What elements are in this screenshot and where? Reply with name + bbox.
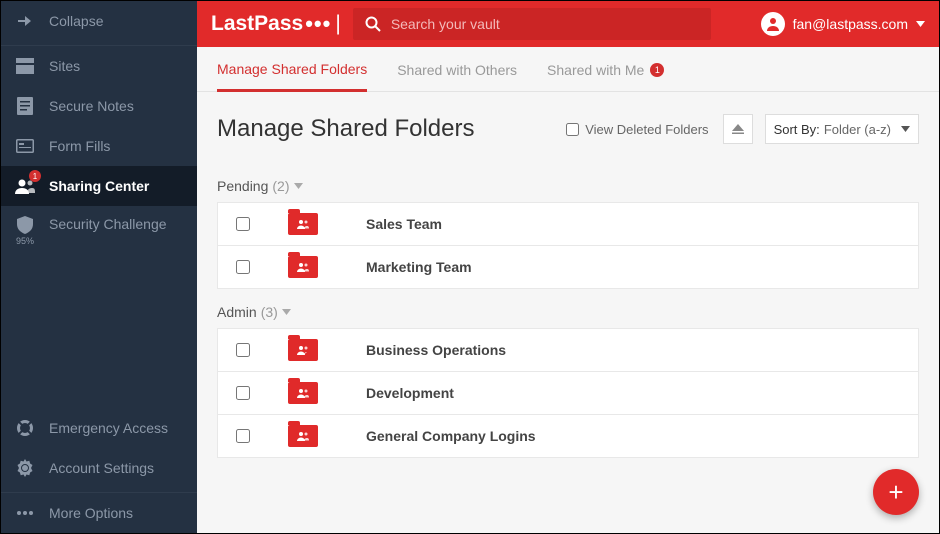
sidebar-item-label: Form Fills (49, 138, 110, 154)
sites-icon (15, 56, 35, 76)
section-count: (3) (261, 304, 278, 320)
tab-shared-with-others[interactable]: Shared with Others (397, 61, 517, 91)
shared-folder-icon (288, 339, 318, 361)
folder-name: General Company Logins (366, 428, 536, 444)
tab-shared-with-me[interactable]: Shared with Me 1 (547, 61, 664, 91)
folder-name: Marketing Team (366, 259, 472, 275)
logo: LastPass•••| (211, 11, 341, 37)
tab-label: Shared with Others (397, 62, 517, 78)
sidebar-item-collapse[interactable]: Collapse (1, 1, 197, 41)
content: Manage Shared Folders Shared with Others… (197, 47, 939, 533)
avatar (761, 12, 785, 36)
shared-folder-icon (288, 425, 318, 447)
view-deleted-checkbox[interactable] (566, 123, 579, 136)
sidebar-item-security-challenge[interactable]: 95% Security Challenge (1, 206, 197, 256)
shared-folder-icon (288, 213, 318, 235)
sidebar-item-more-options[interactable]: More Options (1, 493, 197, 533)
folder-row[interactable]: Development (217, 371, 919, 415)
tabs: Manage Shared Folders Shared with Others… (197, 47, 939, 92)
sidebar-item-sharing-center[interactable]: 1 Sharing Center (1, 166, 197, 206)
lifebuoy-icon (15, 418, 35, 438)
folder-name: Sales Team (366, 216, 442, 232)
security-percent: 95% (16, 236, 34, 246)
triangle-up-icon (732, 124, 744, 134)
folder-row[interactable]: Marketing Team (217, 245, 919, 289)
search-input[interactable] (391, 16, 699, 32)
logo-dots: ••• (305, 11, 331, 37)
sidebar-item-sites[interactable]: Sites (1, 46, 197, 86)
plus-icon: + (888, 477, 903, 508)
sort-value: Folder (a-z) (824, 122, 891, 137)
add-button[interactable]: + (873, 469, 919, 515)
sidebar-item-label: Emergency Access (49, 420, 168, 436)
sidebar-item-form-fills[interactable]: Form Fills (1, 126, 197, 166)
row-checkbox[interactable] (236, 260, 250, 274)
chevron-down-icon (294, 183, 303, 189)
tab-label: Manage Shared Folders (217, 61, 367, 77)
page-title: Manage Shared Folders (217, 115, 474, 143)
collapse-all-button[interactable] (723, 114, 753, 144)
sidebar-item-label: Account Settings (49, 460, 154, 476)
row-checkbox[interactable] (236, 386, 250, 400)
row-checkbox[interactable] (236, 429, 250, 443)
sidebar: Collapse Sites Secure Notes Form Fills 1… (1, 1, 197, 533)
view-deleted-toggle[interactable]: View Deleted Folders (566, 122, 708, 137)
row-checkbox[interactable] (236, 343, 250, 357)
sidebar-item-label: Sharing Center (49, 178, 149, 194)
sidebar-item-label: Sites (49, 58, 80, 74)
folder-row[interactable]: Sales Team (217, 202, 919, 246)
logo-text: LastPass (211, 12, 303, 36)
sort-label: Sort By: (774, 122, 820, 137)
gear-icon (15, 458, 35, 478)
section-count: (2) (272, 178, 289, 194)
view-deleted-label: View Deleted Folders (585, 122, 708, 137)
section-name: Admin (217, 304, 257, 320)
user-email: fan@lastpass.com (793, 16, 908, 32)
folder-name: Development (366, 385, 454, 401)
sidebar-item-account-settings[interactable]: Account Settings (1, 448, 197, 488)
folder-name: Business Operations (366, 342, 506, 358)
ellipsis-icon (15, 503, 35, 523)
shield-icon: 95% (15, 216, 35, 246)
chevron-down-icon (282, 309, 291, 315)
folder-row[interactable]: Business Operations (217, 328, 919, 372)
section-admin: Admin (3) Business Operations Developmen… (197, 304, 939, 458)
section-pending: Pending (2) Sales Team Marketing Team (197, 178, 939, 289)
folder-row[interactable]: General Company Logins (217, 414, 919, 458)
chevron-down-icon (916, 21, 925, 27)
topbar: LastPass•••| fan@lastpass.com (197, 1, 939, 47)
shared-folder-icon (288, 256, 318, 278)
head-row: Manage Shared Folders View Deleted Folde… (197, 92, 939, 162)
row-checkbox[interactable] (236, 217, 250, 231)
search-box[interactable] (353, 8, 711, 40)
collapse-icon (15, 11, 35, 31)
sidebar-item-emergency-access[interactable]: Emergency Access (1, 408, 197, 448)
tab-manage-shared-folders[interactable]: Manage Shared Folders (217, 61, 367, 92)
sidebar-item-label: More Options (49, 505, 133, 521)
sharing-badge: 1 (29, 170, 41, 182)
search-icon (365, 16, 381, 32)
section-header[interactable]: Admin (3) (217, 304, 919, 320)
form-fills-icon (15, 136, 35, 156)
tab-badge: 1 (650, 63, 664, 77)
shared-folder-icon (288, 382, 318, 404)
section-name: Pending (217, 178, 268, 194)
sort-dropdown[interactable]: Sort By: Folder (a-z) (765, 114, 919, 144)
tab-label: Shared with Me (547, 62, 644, 78)
sidebar-item-label: Secure Notes (49, 98, 134, 114)
sidebar-item-label: Security Challenge (49, 216, 167, 232)
sidebar-item-secure-notes[interactable]: Secure Notes (1, 86, 197, 126)
section-header[interactable]: Pending (2) (217, 178, 919, 194)
sidebar-item-label: Collapse (49, 13, 103, 29)
user-menu[interactable]: fan@lastpass.com (761, 12, 925, 36)
notes-icon (15, 96, 35, 116)
chevron-down-icon (901, 126, 910, 132)
